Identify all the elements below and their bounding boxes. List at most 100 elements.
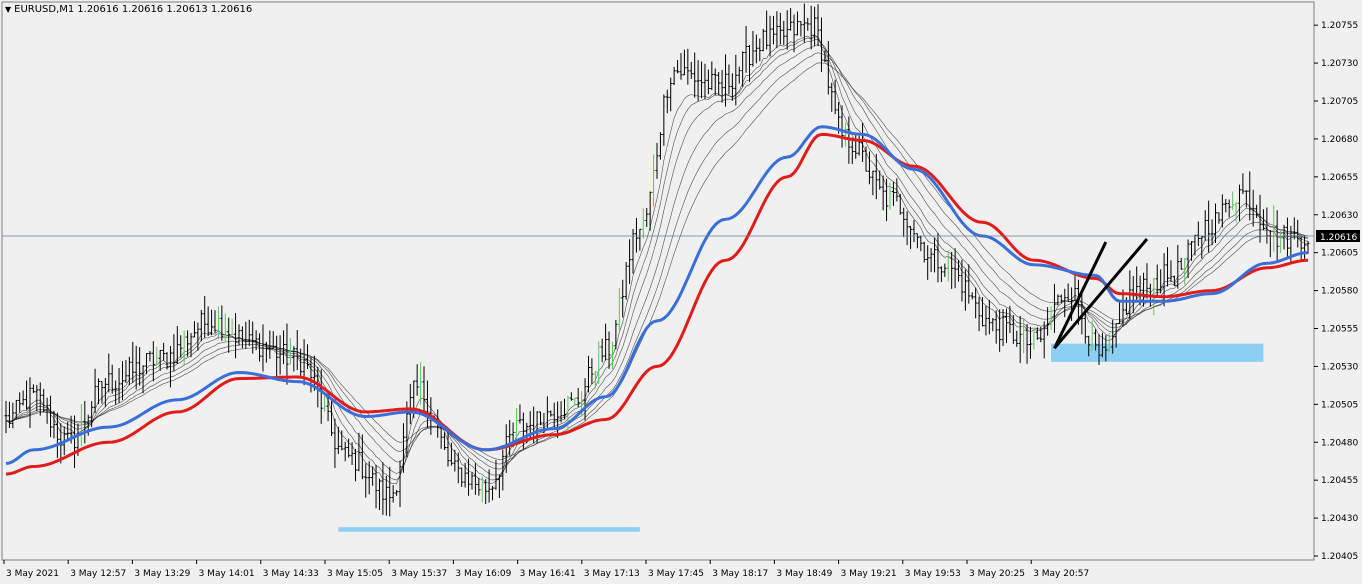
price-chart[interactable]: 1.20616 1.207551.207301.207051.206801.20…: [0, 0, 1362, 584]
price-bar: [909, 226, 913, 250]
price-bar: [100, 380, 104, 404]
price-bar: [18, 392, 22, 413]
price-bar: [28, 377, 32, 428]
y-tick-label: 1.20755: [1321, 21, 1358, 31]
price-bar: [1162, 253, 1166, 307]
price-bar: [830, 82, 834, 112]
price-bar: [484, 479, 488, 504]
price-bar: [799, 21, 803, 37]
ribbon-line: [5, 44, 1309, 470]
price-bar: [230, 318, 234, 336]
y-tick-label: 1.20580: [1321, 287, 1358, 297]
price-bar: [1052, 283, 1056, 333]
price-bar: [124, 360, 128, 383]
price-bar: [186, 330, 190, 357]
price-bar: [285, 323, 289, 385]
price-bar: [1169, 260, 1173, 283]
price-bar: [898, 193, 902, 215]
price-bar: [31, 384, 35, 394]
price-bar: [569, 392, 573, 401]
price-bar: [1118, 302, 1122, 325]
price-bar: [641, 208, 645, 239]
price-bar: [206, 306, 210, 337]
price-bar: [967, 264, 971, 304]
price-bar: [960, 259, 964, 302]
price-bar: [953, 248, 957, 289]
price-bar: [21, 390, 25, 406]
price-bar: [275, 335, 279, 379]
price-bar: [771, 15, 775, 45]
price-bar: [83, 401, 87, 444]
chart-window[interactable]: ▼ EURUSD,M1 1.20616 1.20616 1.20613 1.20…: [0, 0, 1362, 584]
price-bar: [792, 14, 796, 53]
price-bar: [165, 352, 169, 370]
price-bar: [107, 353, 111, 393]
price-bar: [744, 25, 748, 73]
x-tick-label: 3 May 18:49: [776, 569, 832, 579]
price-bar: [734, 54, 738, 106]
price-bar: [1179, 257, 1183, 270]
price-bar: [364, 463, 368, 498]
price-bar: [52, 410, 56, 439]
x-tick-label: 3 May 12:57: [70, 569, 126, 579]
x-tick-label: 3 May 14:33: [263, 569, 319, 579]
price-bar: [552, 402, 556, 429]
price-bar: [158, 349, 162, 371]
price-bar: [669, 77, 673, 112]
price-bar: [371, 466, 375, 486]
price-bar: [758, 38, 762, 62]
y-tick-label: 1.20730: [1321, 59, 1358, 69]
price-bar: [929, 248, 933, 273]
price-bar: [751, 31, 755, 67]
price-bar: [395, 490, 399, 496]
price-bar: [778, 12, 782, 45]
price-bar: [398, 460, 402, 508]
price-bar: [179, 335, 183, 358]
price-bar: [624, 262, 628, 300]
price-bar: [234, 313, 238, 359]
price-bar: [556, 401, 560, 438]
price-bar: [463, 462, 467, 488]
price-bar: [689, 61, 693, 80]
price-bar: [1244, 190, 1248, 208]
price-bar: [936, 232, 940, 283]
price-bar: [343, 441, 347, 462]
current-price: 1.20616: [2, 229, 1360, 243]
price-bar: [470, 472, 474, 490]
price-bar: [867, 151, 871, 185]
price-bar: [1063, 288, 1067, 318]
y-tick-label: 1.20480: [1321, 438, 1358, 448]
y-tick-label: 1.20680: [1321, 135, 1358, 145]
y-tick-label: 1.20655: [1321, 173, 1358, 183]
price-bar: [559, 401, 563, 423]
price-bar: [1073, 275, 1077, 301]
price-bar: [891, 181, 895, 206]
price-bar: [789, 8, 793, 31]
price-bar: [1248, 171, 1252, 221]
price-bar: [90, 401, 94, 428]
price-bar: [168, 346, 172, 388]
price-bar: [49, 395, 53, 438]
price-bar: [1231, 191, 1235, 211]
price-bar: [638, 228, 642, 251]
price-bar: [1190, 240, 1194, 261]
y-tick-label: 1.20530: [1321, 362, 1358, 372]
price-bar: [775, 11, 779, 49]
price-bar: [268, 330, 272, 359]
price-bar: [652, 154, 656, 207]
price-bar: [4, 400, 8, 434]
price-bar: [1217, 212, 1221, 224]
time-axis: 3 May 2021 3 May 12:57 3 May 13:29 3 May 14…: [3, 560, 1089, 579]
price-bar: [617, 288, 621, 331]
price-bar: [754, 34, 758, 64]
x-tick-label: 3 May 16:09: [455, 569, 511, 579]
price-bar: [943, 263, 947, 277]
price-bar: [902, 207, 906, 238]
price-bar: [1258, 194, 1262, 243]
ema-ribbon: [5, 34, 1309, 484]
x-tick-label: 3 May 16:41: [520, 569, 576, 579]
price-bar: [970, 292, 974, 300]
price-bar: [806, 17, 810, 31]
price-bar: [1251, 189, 1255, 227]
price-bar: [662, 94, 666, 146]
